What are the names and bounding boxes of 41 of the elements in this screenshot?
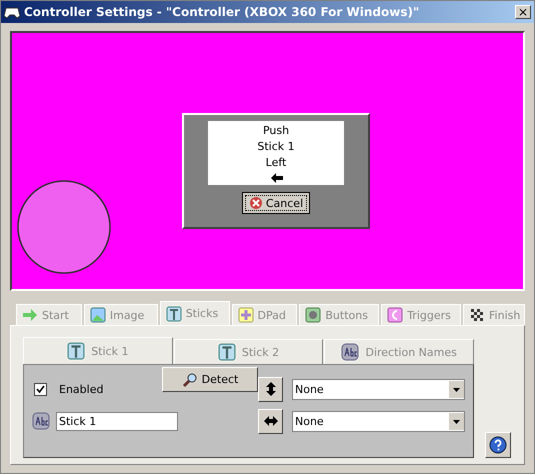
left-right-arrow-icon [264, 414, 278, 428]
caret-icon [449, 412, 464, 430]
tab[interactable]: DPad [232, 304, 298, 325]
checkbox[interactable] [34, 382, 47, 396]
tab[interactable]: Stick 2 [174, 339, 324, 364]
tab[interactable]: Direction Names [324, 339, 474, 364]
tab[interactable]: Finish [463, 304, 526, 325]
prompt-text: Stick 1 [257, 139, 295, 155]
tab[interactable]: Stick 1 [23, 337, 173, 364]
prompt-text: Push [262, 123, 290, 139]
help-icon [489, 436, 507, 454]
detect-button[interactable]: Detect [162, 367, 258, 392]
checkbox-label: Enabled [59, 382, 104, 396]
up-down-arrow-icon [264, 382, 278, 396]
checkered-flag-icon [469, 307, 486, 323]
close-button[interactable]: × [515, 5, 531, 19]
tab[interactable]: Buttons [299, 304, 380, 325]
image-icon [90, 307, 106, 323]
axis-dropdown[interactable]: None [292, 410, 465, 432]
dpad-icon [238, 307, 254, 323]
name-field[interactable]: Stick 1 [56, 412, 178, 430]
abc-icon [32, 412, 50, 430]
cancel-icon [248, 196, 263, 210]
arrow-left-icon [269, 171, 283, 185]
abc-icon [341, 343, 360, 361]
magnifier-icon [182, 372, 198, 388]
button-icon [305, 307, 322, 323]
gamepad-icon [4, 5, 20, 19]
axis-dropdown[interactable]: None [292, 378, 465, 400]
tab[interactable]: Image [84, 304, 158, 325]
tab[interactable]: Start [16, 304, 82, 325]
horizontal-axis-button[interactable] [258, 408, 283, 434]
vertical-axis-button[interactable] [258, 376, 283, 402]
help-button[interactable] [485, 432, 511, 458]
window-title: Controller Settings - "Controller (XBOX 360 For Windows)" [24, 5, 420, 19]
tab[interactable]: Triggers [381, 304, 462, 325]
prompt-text: Left [266, 155, 286, 171]
arrow-icon [22, 308, 38, 322]
cancel-button[interactable]: Cancel [242, 192, 310, 214]
caret-icon [449, 380, 464, 398]
tab[interactable]: Sticks [160, 301, 230, 325]
